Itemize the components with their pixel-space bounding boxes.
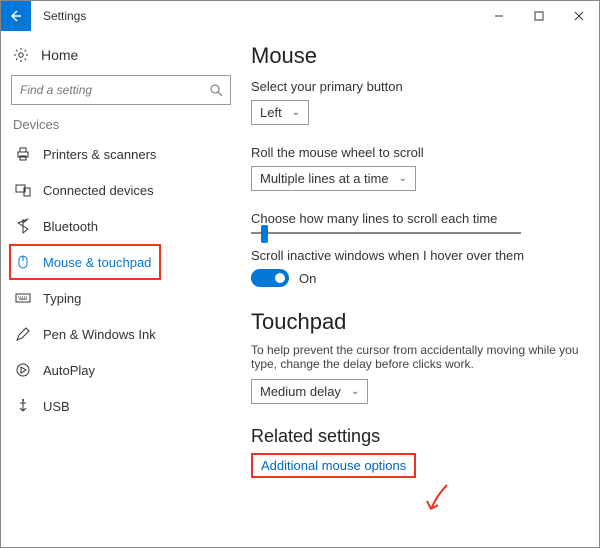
chevron-down-icon: ⌄: [351, 386, 359, 397]
sidebar-item-label: Bluetooth: [43, 219, 98, 234]
sidebar-item-label: Pen & Windows Ink: [43, 327, 156, 342]
titlebar: Settings: [1, 1, 599, 31]
sidebar-home[interactable]: Home: [9, 39, 241, 75]
main-panel: Mouse Select your primary button Left ⌄ …: [241, 31, 599, 547]
chevron-down-icon: ⌄: [399, 173, 407, 184]
pen-icon: [15, 326, 31, 342]
back-button[interactable]: [1, 1, 31, 31]
delay-dropdown[interactable]: Medium delay ⌄: [251, 379, 368, 404]
sidebar-item-label: AutoPlay: [43, 363, 95, 378]
slider-track: [251, 232, 521, 234]
arrow-left-icon: [9, 9, 23, 23]
additional-mouse-options-link[interactable]: Additional mouse options: [251, 453, 416, 478]
autoplay-icon: [15, 362, 31, 378]
sidebar-home-label: Home: [41, 47, 78, 63]
primary-button-value: Left: [260, 105, 282, 120]
sidebar-item-label: Typing: [43, 291, 81, 306]
inactive-label: Scroll inactive windows when I hover ove…: [251, 248, 579, 263]
search-box[interactable]: [11, 75, 231, 105]
sidebar-item-typing[interactable]: Typing: [9, 280, 241, 316]
toggle-knob: [275, 273, 285, 283]
bluetooth-icon: [15, 218, 31, 234]
close-button[interactable]: [559, 1, 599, 31]
sidebar-item-label: USB: [43, 399, 70, 414]
chevron-down-icon: ⌄: [292, 107, 300, 118]
touchpad-help: To help prevent the cursor from accident…: [251, 343, 579, 371]
sidebar-item-autoplay[interactable]: AutoPlay: [9, 352, 241, 388]
sidebar-item-pen[interactable]: Pen & Windows Ink: [9, 316, 241, 352]
window-title: Settings: [43, 9, 86, 23]
gear-icon: [13, 47, 29, 63]
minimize-button[interactable]: [479, 1, 519, 31]
wheel-value: Multiple lines at a time: [260, 171, 389, 186]
sidebar-item-connected[interactable]: Connected devices: [9, 172, 241, 208]
search-input[interactable]: [18, 82, 198, 98]
sidebar-item-bluetooth[interactable]: Bluetooth: [9, 208, 241, 244]
delay-value: Medium delay: [260, 384, 341, 399]
lines-label: Choose how many lines to scroll each tim…: [251, 211, 579, 226]
minimize-icon: [494, 11, 504, 21]
sidebar-group-label: Devices: [13, 117, 241, 132]
wheel-dropdown[interactable]: Multiple lines at a time ⌄: [251, 166, 416, 191]
lines-slider[interactable]: [251, 232, 579, 234]
search-icon: [208, 82, 224, 98]
mouse-icon: [15, 254, 31, 270]
close-icon: [574, 11, 584, 21]
sidebar-item-mouse[interactable]: Mouse & touchpad: [9, 244, 161, 280]
inactive-toggle[interactable]: [251, 269, 289, 287]
primary-button-dropdown[interactable]: Left ⌄: [251, 100, 309, 125]
window-controls: [479, 1, 599, 31]
slider-thumb[interactable]: [261, 225, 268, 243]
sidebar-item-usb[interactable]: USB: [9, 388, 241, 424]
devices-icon: [15, 182, 31, 198]
sidebar-item-label: Mouse & touchpad: [43, 255, 151, 270]
sidebar-item-printers[interactable]: Printers & scanners: [9, 136, 241, 172]
printer-icon: [15, 146, 31, 162]
sidebar-item-label: Connected devices: [43, 183, 154, 198]
maximize-icon: [534, 11, 544, 21]
mouse-heading: Mouse: [251, 43, 579, 69]
sidebar-item-label: Printers & scanners: [43, 147, 156, 162]
related-heading: Related settings: [251, 426, 579, 447]
maximize-button[interactable]: [519, 1, 559, 31]
sidebar: Home Devices Printers & scanners Connect…: [1, 31, 241, 547]
inactive-state: On: [299, 271, 316, 286]
primary-button-label: Select your primary button: [251, 79, 579, 94]
touchpad-heading: Touchpad: [251, 309, 579, 335]
usb-icon: [15, 398, 31, 414]
wheel-label: Roll the mouse wheel to scroll: [251, 145, 579, 160]
keyboard-icon: [15, 290, 31, 306]
